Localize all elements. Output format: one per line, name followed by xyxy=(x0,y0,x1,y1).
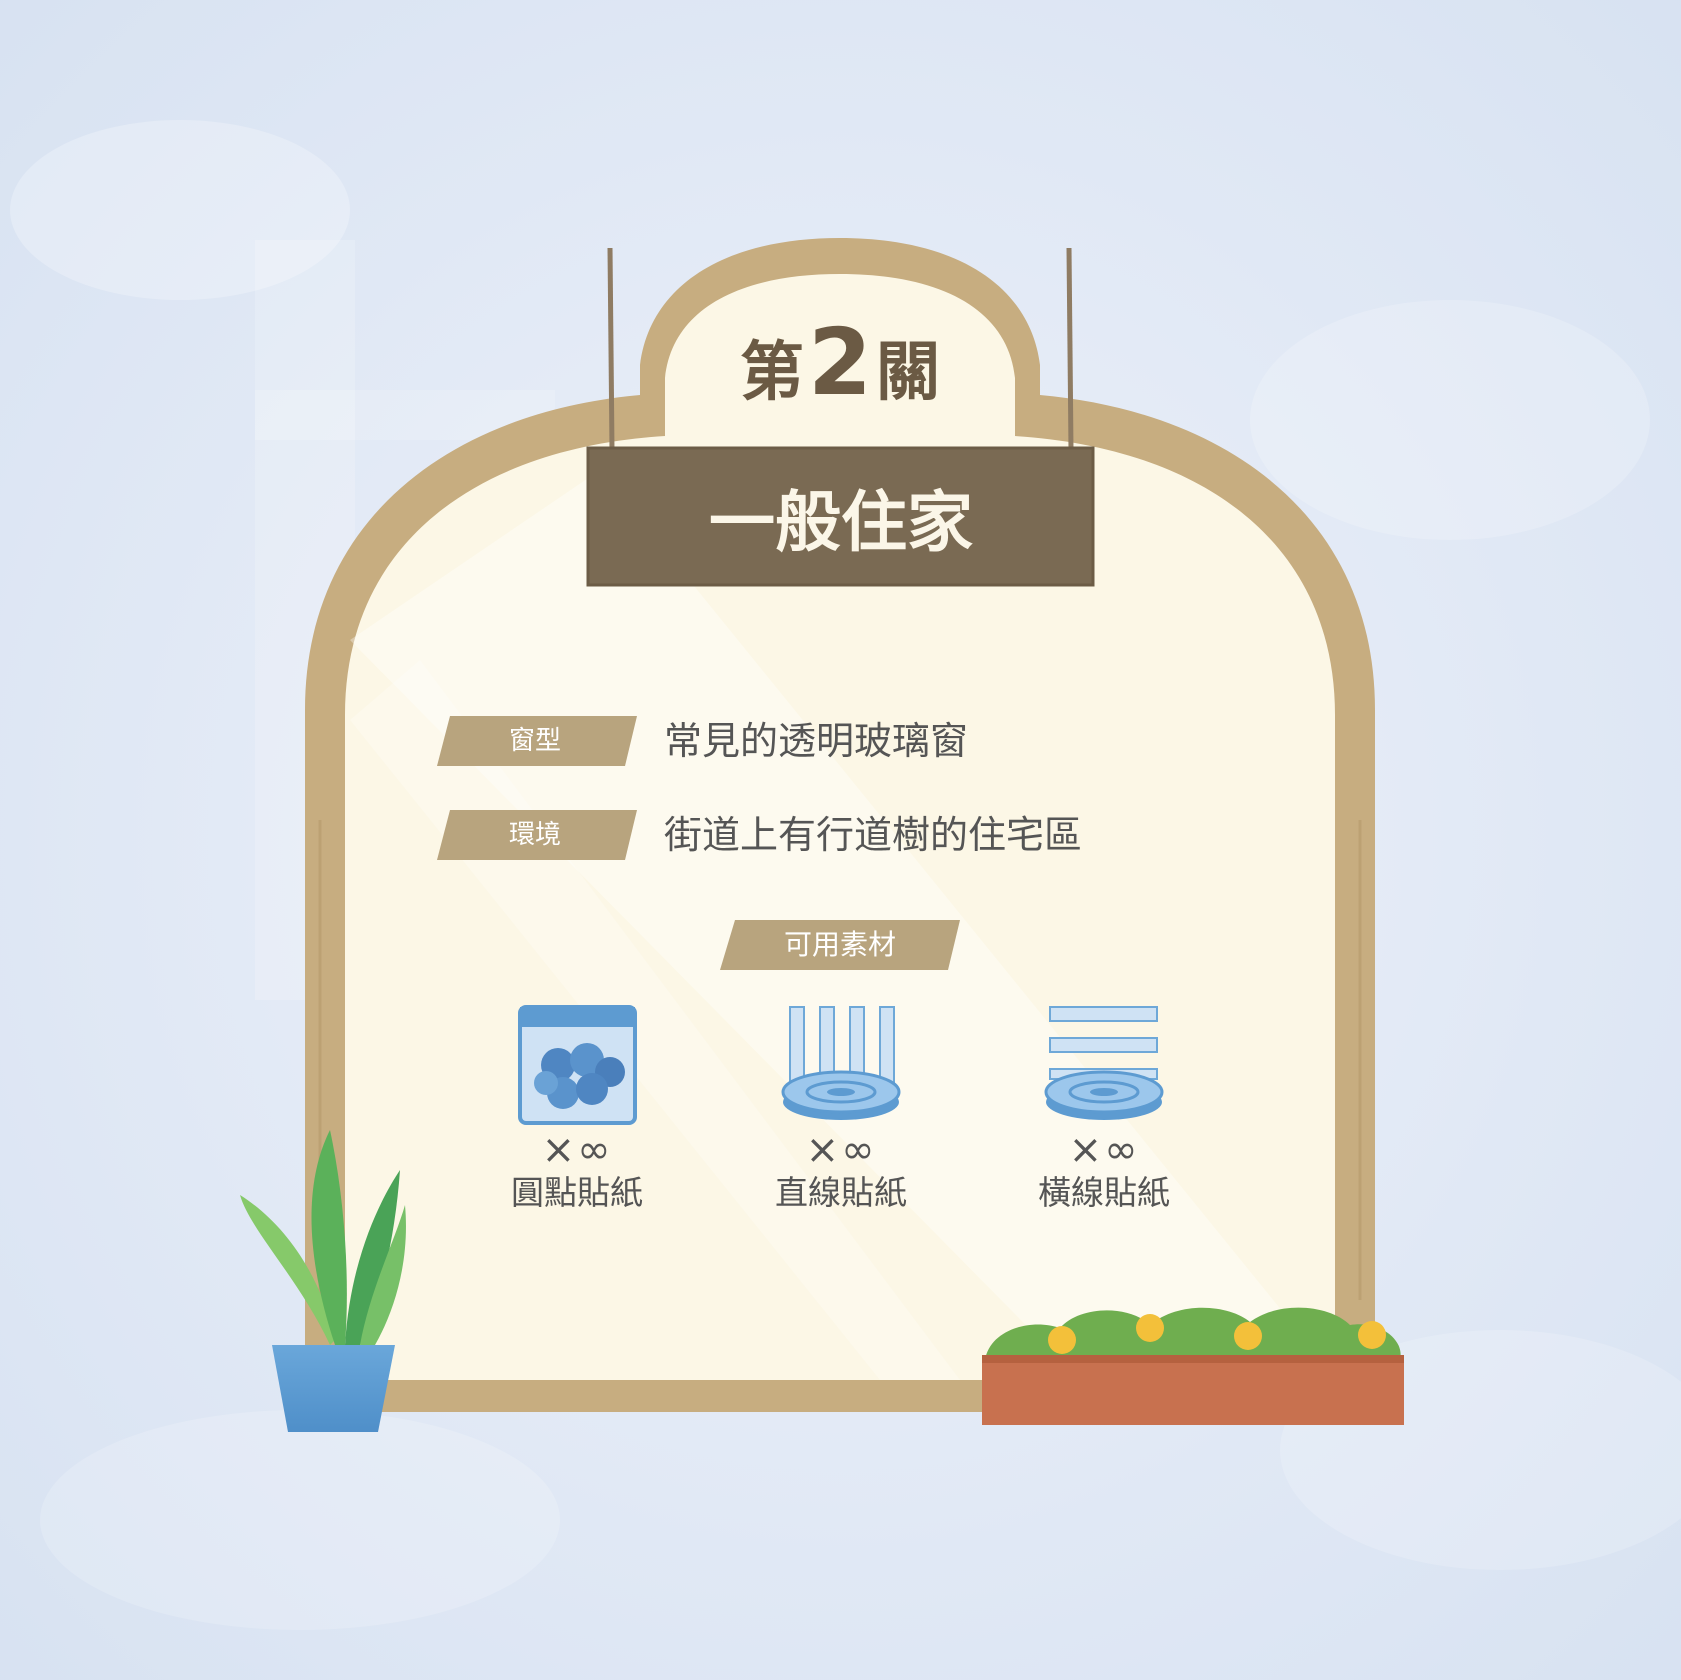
tag-environment: 環境 xyxy=(508,820,561,850)
window-type-value: 常見的透明玻璃窗 xyxy=(664,719,969,763)
level-label: 第2關 xyxy=(650,317,1030,418)
flower-planter-decoration xyxy=(982,1307,1404,1425)
dot-stickers-bag-icon xyxy=(518,1005,637,1125)
sign-title: 一般住家 xyxy=(709,484,973,561)
environment-value: 街道上有行道樹的住宅區 xyxy=(664,813,1083,857)
horizontal-line-stickers-name: 橫線貼紙 xyxy=(1038,1173,1170,1212)
tag-window-type: 窗型 xyxy=(508,726,561,756)
level-card-scene: 第2關 一般住家 窗型 常見的透明玻璃窗 環境 街道上有行道樹的住宅區 可用素材… xyxy=(0,0,1681,1680)
level-suffix: 關 xyxy=(876,336,940,410)
level-prefix: 第 xyxy=(739,336,804,410)
level-number: 2 xyxy=(807,309,872,416)
dot-stickers-name: 圓點貼紙 xyxy=(511,1173,643,1212)
vertical-line-stickers-name: 直線貼紙 xyxy=(775,1173,907,1212)
materials-title: 可用素材 xyxy=(783,928,896,961)
